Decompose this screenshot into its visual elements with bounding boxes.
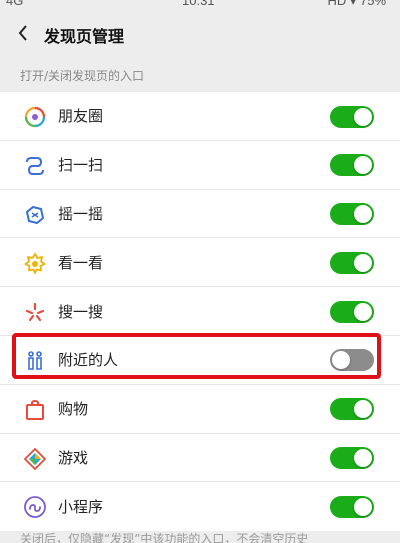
- item-label: 购物: [58, 400, 89, 419]
- shake-icon: [23, 203, 47, 227]
- back-button[interactable]: [0, 12, 46, 58]
- list-item-people-nearby: 附近的人: [0, 336, 400, 385]
- games-icon: [23, 447, 47, 471]
- battery-indicator: HD ▾ 75%: [327, 0, 386, 8]
- shopping-bag-icon: [23, 398, 47, 422]
- chevron-left-icon: [17, 22, 29, 48]
- item-label: 摇一摇: [58, 204, 104, 223]
- mini-programs-icon: [23, 495, 47, 519]
- toggle-switch[interactable]: [330, 349, 374, 372]
- moments-icon: [23, 105, 47, 129]
- item-label: 附近的人: [58, 351, 119, 370]
- toggle-switch[interactable]: [330, 251, 374, 274]
- scan-icon: [23, 154, 47, 178]
- list-item-mini-programs: 小程序: [0, 482, 400, 531]
- list-item-games: 游戏: [0, 434, 400, 483]
- item-label: 搜一搜: [58, 302, 104, 321]
- item-label: 小程序: [58, 498, 104, 517]
- network-indicator: 4G: [6, 0, 24, 8]
- item-label: 游戏: [58, 448, 89, 467]
- toggle-switch[interactable]: [330, 300, 374, 323]
- item-label: 朋友圈: [58, 107, 104, 126]
- toggle-switch[interactable]: [330, 495, 374, 518]
- top-stories-icon: [23, 251, 47, 275]
- footer-note: 关闭后，仅隐藏“发现”中该功能的入口，不会清空历史: [20, 532, 309, 543]
- status-time: 10:31: [182, 0, 215, 8]
- list-item-scan: 扫一扫: [0, 141, 400, 190]
- toggle-switch[interactable]: [330, 203, 374, 226]
- list-item-shopping: 购物: [0, 385, 400, 434]
- people-nearby-icon: [23, 349, 47, 373]
- list-item-shake: 摇一摇: [0, 190, 400, 239]
- toggle-switch[interactable]: [330, 154, 374, 177]
- section-header: 打开/关闭发现页的入口: [20, 68, 145, 83]
- toggle-switch[interactable]: [330, 105, 374, 128]
- toggle-switch[interactable]: [330, 398, 374, 421]
- status-bar: 4G 10:31 HD ▾ 75%: [0, 0, 400, 12]
- list-item-top-stories: 看一看: [0, 238, 400, 288]
- entry-list: 朋友圈 扫一扫 摇一摇 看一看 搜一搜 附近的人 购物 游戏 小程序: [0, 92, 400, 532]
- list-item-search: 搜一搜: [0, 287, 400, 336]
- list-item-moments: 朋友圈: [0, 92, 400, 141]
- page-title: 发现页管理: [44, 27, 125, 46]
- toggle-switch[interactable]: [330, 447, 374, 470]
- search-icon: [23, 300, 47, 324]
- item-label: 扫一扫: [58, 156, 104, 175]
- nav-header: 发现页管理: [0, 12, 400, 58]
- item-label: 看一看: [58, 253, 104, 272]
